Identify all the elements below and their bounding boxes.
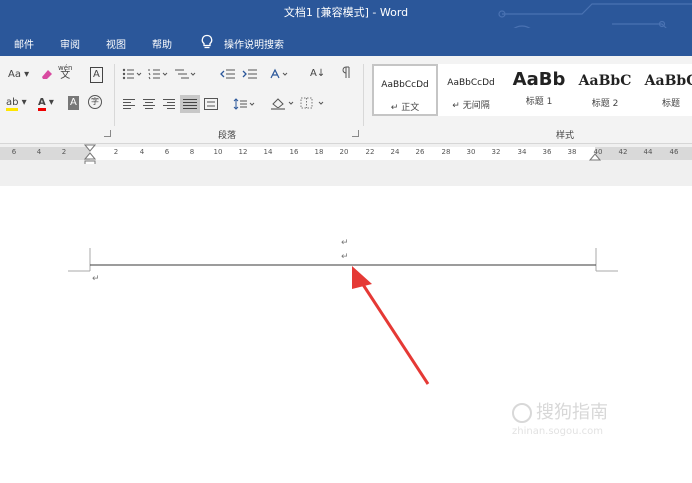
ruler-tick-label: 6 — [11, 148, 17, 156]
ruler-tick-label: 22 — [365, 148, 375, 156]
ruler-tick-label: 24 — [390, 148, 400, 156]
ruler-tick-label: 4 — [36, 148, 42, 156]
ruler-tick-label: 4 — [139, 148, 145, 156]
tab-view[interactable]: 视图 — [106, 36, 126, 51]
clear-formatting-icon[interactable] — [40, 68, 54, 85]
watermark-logo-icon — [512, 403, 532, 423]
ruler-tick-label: 38 — [567, 148, 577, 156]
distributed-icon[interactable] — [204, 98, 218, 110]
ruler-tick-label: 16 — [289, 148, 299, 156]
asian-layout-icon[interactable] — [270, 68, 290, 80]
ruler-tick-label: 12 — [238, 148, 248, 156]
ruler-tick-label: 14 — [263, 148, 273, 156]
borders-icon[interactable] — [300, 97, 328, 109]
decrease-indent-icon[interactable] — [220, 68, 236, 80]
word-window: 文档1 [兼容模式] - Word 邮件 审阅 视图 帮助 操作说明搜索 Aa … — [0, 0, 692, 483]
group-separator — [114, 64, 115, 126]
line-spacing-icon[interactable] — [232, 98, 256, 110]
styles-group-label: 样式 — [556, 131, 575, 141]
ribbon-tabs: 邮件 审阅 视图 帮助 操作说明搜索 — [0, 28, 692, 56]
sogou-watermark: 搜狗指南 zhinan.sogou.com — [512, 402, 608, 437]
right-indent-marker[interactable] — [589, 152, 601, 164]
paragraph-group-label: 段落 — [218, 131, 237, 141]
text-highlight-button[interactable]: ab ▾ — [6, 96, 27, 111]
ribbon: Aa ▾ wén 文 A ab ▾ A ▾ A 字 A↓ 段落 AaBbCcDd… — [0, 56, 692, 144]
character-shading-button[interactable]: A — [68, 96, 79, 110]
ruler-background — [0, 164, 692, 186]
align-right-icon[interactable] — [162, 98, 176, 110]
style-heading-2[interactable]: AaBbC 标题 2 — [572, 64, 638, 116]
ruler-tick-label: 30 — [466, 148, 476, 156]
ruler-tick-label: 32 — [491, 148, 501, 156]
group-separator — [363, 64, 364, 126]
window-title: 文档1 [兼容模式] - Word — [283, 6, 409, 19]
ruler-tick-label: 18 — [314, 148, 324, 156]
ruler-tick-label: 44 — [643, 148, 653, 156]
style-heading-1[interactable]: AaBb 标题 1 — [506, 64, 572, 116]
ruler-tick-label: 46 — [669, 148, 679, 156]
align-left-icon[interactable] — [122, 98, 136, 110]
phonetic-guide-button[interactable]: wén 文 — [58, 64, 72, 81]
ruler-tick-label: 42 — [618, 148, 628, 156]
ruler-tick-label: 2 — [113, 148, 119, 156]
justify-icon[interactable] — [180, 95, 200, 113]
align-center-icon[interactable] — [142, 98, 156, 110]
ruler-tick-label: 26 — [415, 148, 425, 156]
ruler-tick-label: 36 — [542, 148, 552, 156]
style-normal[interactable]: AaBbCcDd ↵ 正文 — [372, 64, 438, 116]
font-dialog-launcher[interactable] — [104, 130, 111, 137]
document-page[interactable]: ↵ ↵ ↵ — [0, 186, 692, 483]
styles-gallery: AaBbCcDd ↵ 正文 AaBbCcDd ↵ 无间隔 AaBb 标题 1 A… — [372, 64, 692, 116]
increase-indent-icon[interactable] — [242, 68, 258, 80]
ruler-tick-label: 8 — [189, 148, 195, 156]
sort-button[interactable]: A↓ — [310, 67, 325, 81]
lightbulb-icon — [201, 34, 213, 49]
style-no-spacing[interactable]: AaBbCcDd ↵ 无间隔 — [438, 64, 504, 116]
numbering-icon[interactable] — [148, 68, 170, 80]
change-case-button[interactable]: Aa ▾ — [8, 68, 29, 82]
ruler-tick-label: 2 — [61, 148, 67, 156]
ruler-tick-label: 6 — [164, 148, 170, 156]
tab-mailings[interactable]: 邮件 — [14, 36, 34, 51]
ruler-tick-label: 34 — [517, 148, 527, 156]
title-bar: 文档1 [兼容模式] - Word — [0, 0, 692, 55]
enclosed-character-button[interactable]: 字 — [88, 95, 102, 109]
shading-icon[interactable] — [270, 96, 296, 110]
multilevel-list-icon[interactable] — [174, 68, 198, 80]
ruler-tick-label: 20 — [339, 148, 349, 156]
style-title[interactable]: AaBbC 标题 — [638, 64, 692, 116]
bullets-icon[interactable] — [122, 68, 144, 80]
character-border-button[interactable]: A — [90, 67, 103, 83]
annotation-arrow-icon — [352, 266, 430, 385]
font-color-button[interactable]: A ▾ — [38, 96, 54, 111]
horizontal-ruler[interactable]: 6 4 2 2 4 6 8 10 12 14 16 18 20 22 24 26 28 30 32 34 36 38 40 4… — [0, 144, 692, 169]
ruler-tick-label: 28 — [441, 148, 451, 156]
show-hide-marks-icon[interactable] — [340, 66, 352, 80]
tab-help[interactable]: 帮助 — [152, 36, 172, 51]
tell-me-search[interactable]: 操作说明搜索 — [224, 36, 284, 51]
tab-review[interactable]: 审阅 — [60, 36, 80, 51]
paragraph-dialog-launcher[interactable] — [352, 130, 359, 137]
ruler-tick-label: 10 — [213, 148, 223, 156]
